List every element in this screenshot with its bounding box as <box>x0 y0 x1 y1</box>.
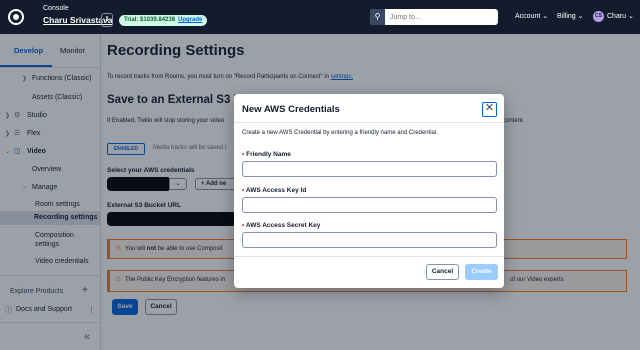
dialog-create-button[interactable]: Create <box>465 264 498 280</box>
account-menu[interactable]: Account ⌄ <box>515 12 548 20</box>
required-indicator: • <box>242 151 245 158</box>
billing-menu[interactable]: Billing ⌄ <box>557 12 584 20</box>
dialog-description: Create a new AWS Credential by entering … <box>242 130 438 136</box>
avatar[interactable]: CS <box>593 11 604 22</box>
top-bar: Console Charu Srivastava ⇕ Trial: $1039.… <box>0 0 640 34</box>
access-key-id-label-text: AWS Access Key Id <box>245 187 307 194</box>
user-menu[interactable]: Charu ⌄ <box>607 12 634 20</box>
twilio-logo-icon[interactable] <box>8 9 24 25</box>
access-secret-key-label: • AWS Access Secret Key <box>242 222 320 229</box>
access-secret-key-input[interactable] <box>242 232 497 248</box>
account-switch-icon[interactable]: ⇕ <box>101 13 113 27</box>
required-indicator: • <box>242 222 245 229</box>
friendly-name-label-text: Friendly Name <box>246 151 291 158</box>
new-aws-credentials-dialog: New AWS Credentials ✕ Create a new AWS C… <box>234 94 504 288</box>
upgrade-link[interactable]: Upgrade <box>178 17 202 23</box>
search-input[interactable] <box>390 9 495 25</box>
search-box[interactable]: ⚲ <box>370 9 498 25</box>
access-key-id-label: • AWS Access Key Id <box>242 187 306 194</box>
trial-balance-text: Trial: $1039.84238 <box>124 17 176 23</box>
friendly-name-input[interactable] <box>242 161 497 177</box>
access-key-id-input[interactable] <box>242 197 497 213</box>
dialog-header-divider <box>234 122 504 123</box>
trial-balance-badge: Trial: $1039.84238 Upgrade <box>119 15 208 26</box>
dialog-cancel-button[interactable]: Cancel <box>426 264 459 280</box>
dialog-title: New AWS Credentials <box>242 104 340 115</box>
required-indicator: • <box>242 187 245 194</box>
close-icon[interactable]: ✕ <box>482 102 497 117</box>
console-label: Console <box>43 5 69 12</box>
search-icon[interactable]: ⚲ <box>370 9 385 25</box>
friendly-name-label: • Friendly Name <box>242 151 291 158</box>
dialog-footer-divider <box>234 256 504 257</box>
access-secret-key-label-text: AWS Access Secret Key <box>245 222 321 229</box>
